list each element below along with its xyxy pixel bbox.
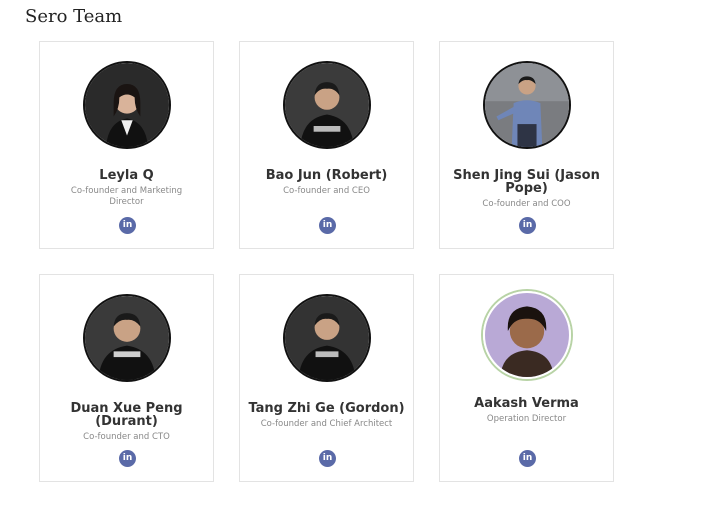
- team-card-leyla-q: Leyla Q Co-founder and Marketing Directo…: [39, 41, 214, 249]
- team-card-duan-xue-peng: Duan Xue Peng (Durant) Co-founder and CT…: [39, 274, 214, 482]
- linkedin-icon[interactable]: in: [319, 217, 336, 234]
- avatar-duan-xue-peng: [83, 294, 171, 382]
- member-role: Co-founder and Marketing Director: [70, 186, 183, 207]
- member-role: Co-founder and Chief Architect: [260, 419, 393, 429]
- member-role: Co-founder and CEO: [283, 186, 370, 196]
- avatar-tang-zhi-ge: [283, 294, 371, 382]
- linkedin-icon[interactable]: in: [319, 450, 336, 467]
- avatar-shen-jing-sui: [483, 61, 571, 149]
- avatar-bao-jun: [283, 61, 371, 149]
- member-name: Duan Xue Peng (Durant): [70, 401, 183, 429]
- member-role: Operation Director: [486, 414, 567, 424]
- member-name: Aakash Verma: [474, 396, 579, 411]
- member-role: Co-founder and COO: [482, 199, 571, 209]
- linkedin-icon[interactable]: in: [119, 217, 136, 234]
- member-name: Shen Jing Sui (Jason Pope): [453, 168, 600, 196]
- team-card-bao-jun: Bao Jun (Robert) Co-founder and CEO in: [239, 41, 414, 249]
- linkedin-icon[interactable]: in: [119, 450, 136, 467]
- linkedin-icon[interactable]: in: [519, 450, 536, 467]
- member-name: Leyla Q: [99, 168, 154, 183]
- avatar-leyla-q: [83, 61, 171, 149]
- team-card-shen-jing-sui: Shen Jing Sui (Jason Pope) Co-founder an…: [439, 41, 614, 249]
- linkedin-icon[interactable]: in: [519, 217, 536, 234]
- team-card-tang-zhi-ge: Tang Zhi Ge (Gordon) Co-founder and Chie…: [239, 274, 414, 482]
- member-role: Co-founder and CTO: [83, 432, 170, 442]
- member-name: Bao Jun (Robert): [265, 168, 388, 183]
- team-card-aakash-verma: Aakash Verma Operation Director in: [439, 274, 614, 482]
- avatar-aakash-verma: [483, 291, 571, 379]
- page-title: Sero Team: [25, 6, 123, 27]
- member-name: Tang Zhi Ge (Gordon): [248, 401, 405, 416]
